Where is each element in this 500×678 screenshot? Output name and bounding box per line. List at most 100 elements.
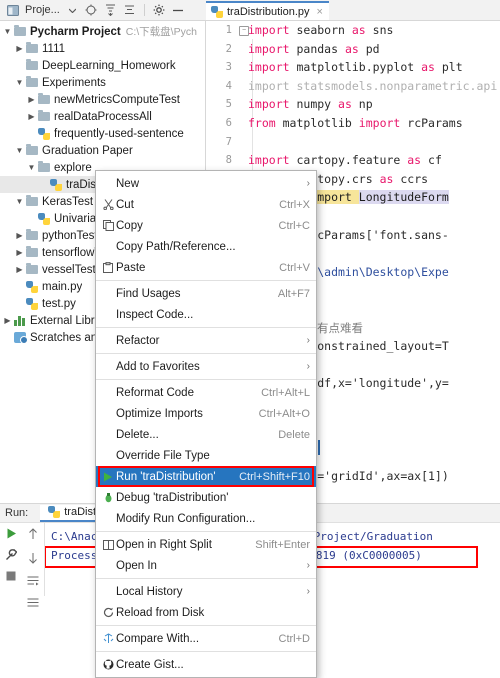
tree-item[interactable]: ▼ Experiments (0, 74, 205, 91)
menu-item-label: Paste (116, 261, 146, 274)
chevron-down-icon[interactable]: ▼ (14, 78, 25, 87)
line-number: 2 (225, 42, 232, 55)
code-token: LongitudeForm (358, 190, 449, 205)
menu-item-open-in[interactable]: Open In › (96, 555, 316, 576)
file-context-menu[interactable]: New › Cut Ctrl+X Copy Ctrl+C Copy Path/Referen… (95, 170, 317, 678)
folder-icon (37, 93, 51, 104)
menu-item-new[interactable]: New › (96, 173, 316, 194)
menu-separator (96, 327, 316, 328)
tree-item[interactable]: ▼ Pycharm Project C:\下载盘\Pych (0, 23, 205, 40)
chevron-right-icon[interactable]: ▶ (14, 265, 25, 274)
menu-item-label: Override File Type (116, 449, 210, 462)
tree-item-label: 1111 (42, 42, 66, 55)
code-token: as (421, 60, 442, 75)
tree-item[interactable]: frequently-used-sentence (0, 125, 205, 142)
menu-item-compare-with[interactable]: Compare With... Ctrl+D (96, 628, 316, 649)
editor-tab-strip: traDistribution.py × (206, 0, 500, 20)
folder-icon (25, 144, 39, 155)
code-token: from (248, 115, 283, 130)
hide-icon[interactable] (172, 4, 185, 17)
chevron-right-icon: › (306, 586, 310, 597)
chevron-down-icon[interactable]: ▼ (2, 27, 13, 36)
menu-item-reformat-code[interactable]: Reformat Code Ctrl+Alt+L (96, 382, 316, 403)
chevron-down-icon[interactable]: ▼ (14, 197, 25, 206)
menu-separator (96, 531, 316, 532)
scroll-down-icon[interactable] (28, 552, 38, 567)
menu-item-local-history[interactable]: Local History › (96, 581, 316, 602)
menu-item-inspect-code[interactable]: Inspect Code... (96, 304, 316, 325)
menu-item-find-usages[interactable]: Find Usages Alt+F7 (96, 283, 316, 304)
python-file-icon (37, 127, 51, 140)
editor-tab-traDistribution[interactable]: traDistribution.py × (206, 1, 329, 20)
menu-item-run-tradistribution[interactable]: Run 'traDistribution' Ctrl+Shift+F10 (96, 466, 316, 487)
tree-item[interactable]: ▶ newMetricsComputeTest (0, 91, 205, 108)
tree-item-label: vesselTest (42, 263, 96, 276)
python-file-icon (25, 297, 39, 310)
run-icon[interactable] (6, 528, 17, 542)
project-tool-label[interactable]: Proje... (25, 4, 60, 16)
menu-item-reload-from-disk[interactable]: Reload from Disk (96, 602, 316, 623)
chevron-right-icon[interactable]: ▶ (26, 112, 37, 121)
project-view-icon[interactable] (6, 4, 19, 17)
menu-item-override-file-type[interactable]: Override File Type (96, 445, 316, 466)
chevron-down-icon[interactable]: ▼ (26, 163, 37, 172)
code-token: cf (428, 153, 442, 168)
tree-item-label: DeepLearning_Homework (42, 59, 176, 72)
close-icon[interactable]: × (317, 6, 323, 18)
folder-icon (25, 263, 39, 274)
chevron-right-icon[interactable]: ▶ (14, 44, 25, 53)
chevron-right-icon[interactable]: ▶ (14, 248, 25, 257)
menu-item-optimize-imports[interactable]: Optimize Imports Ctrl+Alt+O (96, 403, 316, 424)
chevron-down-icon[interactable] (66, 4, 79, 17)
locate-icon[interactable] (85, 4, 98, 17)
tree-item-label: Experiments (42, 76, 106, 89)
tree-item[interactable]: ▼ Graduation Paper (0, 142, 205, 159)
tree-item[interactable]: DeepLearning_Homework (0, 57, 205, 74)
menu-item-shortcut: Delete (278, 428, 310, 441)
menu-item-create-gist[interactable]: Create Gist... (96, 654, 316, 675)
expand-all-icon[interactable] (104, 4, 117, 17)
tree-item[interactable]: ▶ realDataProcessAll (0, 108, 205, 125)
menu-item-debug-tradistribution[interactable]: Debug 'traDistribution' (96, 487, 316, 508)
soft-wrap-icon[interactable] (27, 576, 39, 589)
line-number: 7 (225, 135, 232, 148)
print-icon[interactable] (27, 598, 39, 611)
menu-item-copy-path-reference[interactable]: Copy Path/Reference... (96, 236, 316, 257)
menu-item-delete[interactable]: Delete... Delete (96, 424, 316, 445)
menu-item-label: Reload from Disk (116, 606, 205, 619)
code-token: ccrs (400, 171, 429, 186)
wrench-icon[interactable] (5, 548, 18, 564)
menu-item-cut[interactable]: Cut Ctrl+X (96, 194, 316, 215)
chevron-down-icon[interactable]: ▼ (14, 146, 25, 155)
scroll-up-icon[interactable] (28, 528, 38, 543)
chevron-right-icon[interactable]: ▶ (2, 316, 13, 325)
stop-icon[interactable] (6, 571, 16, 584)
menu-separator (96, 625, 316, 626)
menu-item-copy[interactable]: Copy Ctrl+C (96, 215, 316, 236)
menu-item-modify-run-configuration[interactable]: Modify Run Configuration... (96, 508, 316, 529)
copy-icon (100, 220, 116, 231)
tree-item[interactable]: ▶ 1111 (0, 40, 205, 57)
code-token: import (248, 23, 297, 37)
line-number: 3 (225, 61, 232, 74)
tree-item-label: pythonTest (42, 229, 98, 242)
menu-separator (96, 578, 316, 579)
chevron-right-icon[interactable]: ▶ (26, 95, 37, 104)
project-toolbar: Proje... (0, 0, 206, 20)
menu-item-shortcut: Ctrl+V (279, 261, 310, 274)
menu-item-refactor[interactable]: Refactor › (96, 330, 316, 351)
menu-separator (96, 651, 316, 652)
tree-item-label: frequently-used-sentence (54, 127, 184, 140)
menu-item-paste[interactable]: Paste Ctrl+V (96, 257, 316, 278)
menu-item-open-in-right-split[interactable]: Open in Right Split Shift+Enter (96, 534, 316, 555)
code-token: pd (365, 41, 380, 56)
gear-icon[interactable] (153, 4, 166, 17)
code-line: from matplotlib import rcParams (248, 114, 500, 133)
chevron-right-icon[interactable]: ▶ (14, 231, 25, 240)
menu-item-label: Delete... (116, 428, 159, 441)
collapse-all-icon[interactable] (123, 4, 136, 17)
scratches-icon (13, 332, 28, 344)
code-token: import (248, 97, 297, 112)
menu-item-add-to-favorites[interactable]: Add to Favorites › (96, 356, 316, 377)
